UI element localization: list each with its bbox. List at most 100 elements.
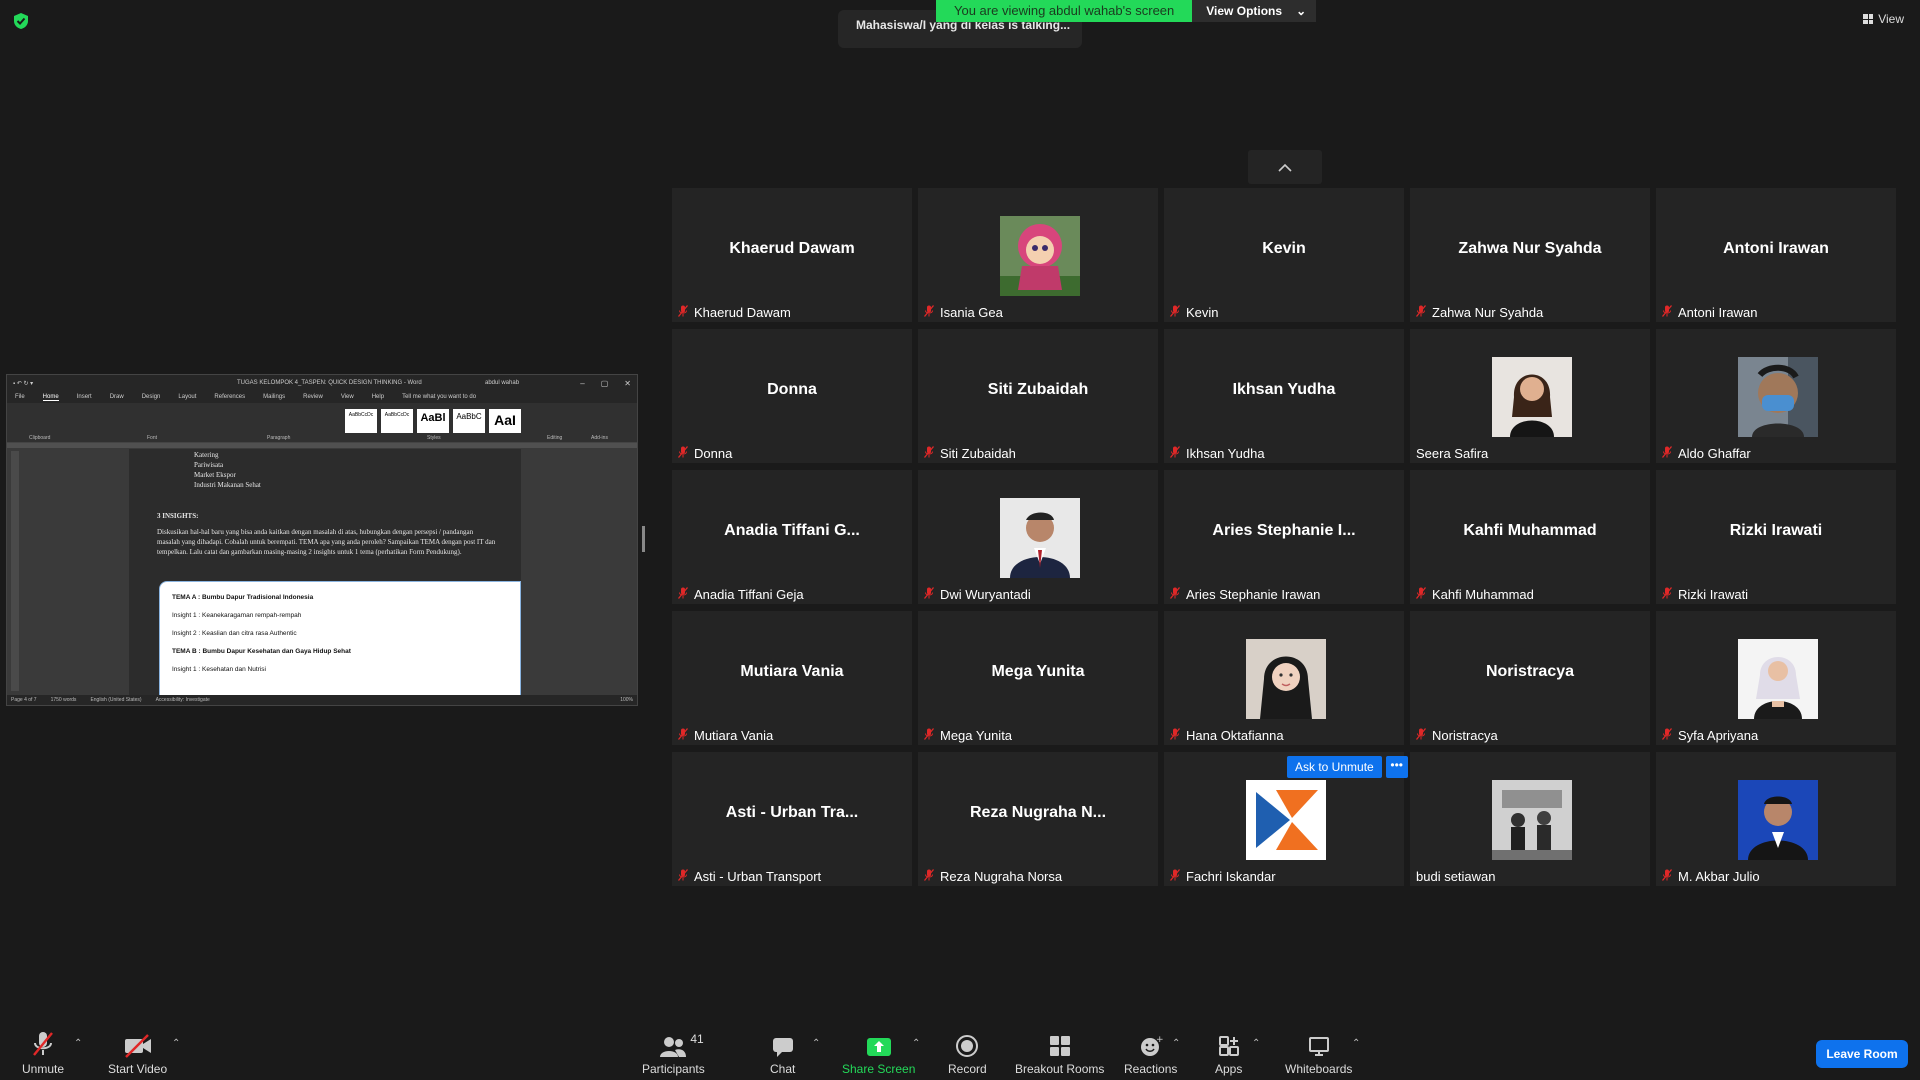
- apps-options-caret-icon[interactable]: ⌃: [1252, 1038, 1260, 1049]
- participant-tile[interactable]: Siti Zubaidah Siti Zubaidah: [918, 329, 1158, 463]
- participant-tile[interactable]: Donna Donna: [672, 329, 912, 463]
- muted-mic-icon: [1662, 869, 1672, 884]
- muted-mic-icon: [678, 305, 688, 320]
- participants-button[interactable]: 41 Participants: [642, 1030, 705, 1076]
- audio-options-caret-icon[interactable]: ⌃: [74, 1038, 82, 1049]
- participant-tile[interactable]: Aldo Ghaffar: [1656, 329, 1896, 463]
- participant-name: Noristracya: [1432, 728, 1498, 743]
- participant-name-label: Seera Safira: [1416, 446, 1488, 461]
- reactions-options-caret-icon[interactable]: ⌃: [1172, 1038, 1180, 1049]
- participant-name: Antoni Irawan: [1678, 305, 1758, 320]
- participant-tile[interactable]: Mutiara Vania Mutiara Vania: [672, 611, 912, 745]
- participant-display-name: Noristracya: [1485, 663, 1575, 680]
- participant-name: Aldo Ghaffar: [1678, 446, 1751, 461]
- leave-room-button[interactable]: Leave Room: [1816, 1040, 1908, 1068]
- breakout-rooms-icon: [1049, 1036, 1070, 1056]
- participant-name: Mega Yunita: [940, 728, 1013, 743]
- participant-tile[interactable]: Syfa Apriyana: [1656, 611, 1896, 745]
- ask-to-unmute-button[interactable]: Ask to Unmute: [1287, 756, 1382, 778]
- participant-tile[interactable]: Seera Safira: [1410, 329, 1650, 463]
- doc-list-item: Market Ekspor: [194, 471, 236, 479]
- view-button[interactable]: View: [1863, 12, 1904, 26]
- whiteboards-options-caret-icon[interactable]: ⌃: [1352, 1038, 1360, 1049]
- word-vertical-ruler: [11, 451, 19, 691]
- record-button[interactable]: Record: [948, 1030, 987, 1076]
- participant-tile[interactable]: Asti - Urban Tra... Asti - Urban Transpor…: [672, 752, 912, 886]
- chat-options-caret-icon[interactable]: ⌃: [812, 1038, 820, 1049]
- participant-tile[interactable]: Reza Nugraha N... Reza Nugraha Norsa: [918, 752, 1158, 886]
- participant-tile[interactable]: Rizki Irawati Rizki Irawati: [1656, 470, 1896, 604]
- muted-mic-icon: [1170, 446, 1180, 461]
- doc-box-line: TEMA A : Bumbu Dapur Tradisional Indones…: [172, 594, 314, 601]
- word-style-swatch: AaBbCcDc: [381, 409, 413, 433]
- muted-mic-icon: [924, 869, 934, 884]
- word-style-swatch: AaBbCcDc: [345, 409, 377, 433]
- participant-tile[interactable]: Kevin Kevin: [1164, 188, 1404, 322]
- participant-name-label: Reza Nugraha Norsa: [924, 869, 1062, 884]
- participant-video-thumbnail: [1246, 780, 1326, 860]
- status-language: English (United States): [90, 697, 142, 703]
- reactions-button[interactable]: + Reactions: [1124, 1030, 1177, 1076]
- chat-icon: [772, 1038, 793, 1057]
- participant-tile[interactable]: Noristracya Noristracya: [1410, 611, 1650, 745]
- security-shield-icon[interactable]: [12, 12, 30, 30]
- participant-display-name: Anadia Tiffani G...: [724, 522, 860, 539]
- participant-tile[interactable]: Kahfi Muhammad Kahfi Muhammad: [1410, 470, 1650, 604]
- participant-tile[interactable]: Ikhsan Yudha Ikhsan Yudha: [1164, 329, 1404, 463]
- unmute-button[interactable]: Unmute: [22, 1030, 64, 1076]
- ribbon-group-label: Clipboard: [29, 435, 51, 441]
- apps-icon: [1218, 1036, 1239, 1056]
- unmute-label: Unmute: [22, 1062, 65, 1076]
- participant-tile[interactable]: Antoni Irawan Antoni Irawan: [1656, 188, 1896, 322]
- participants-label: Participants: [642, 1062, 705, 1076]
- muted-mic-icon: [678, 869, 688, 884]
- participant-tile[interactable]: M. Akbar Julio: [1656, 752, 1896, 886]
- breakout-rooms-label: Breakout Rooms: [1015, 1062, 1105, 1076]
- shared-screen[interactable]: ▪ ↶ ↻ ▾ TUGAS KELOMPOK 4_TASPEN: QUICK D…: [6, 374, 638, 706]
- muted-mic-icon: [1170, 728, 1180, 743]
- split-resize-handle[interactable]: [642, 526, 645, 552]
- participant-tile[interactable]: budi setiawan: [1410, 752, 1650, 886]
- whiteboards-button[interactable]: Whiteboards: [1285, 1030, 1352, 1076]
- whiteboard-icon: [1308, 1037, 1329, 1056]
- participant-tile[interactable]: Mega Yunita Mega Yunita: [918, 611, 1158, 745]
- status-words: 1750 words: [50, 697, 77, 703]
- participant-name: Fachri Iskandar: [1186, 869, 1276, 884]
- participant-display-name: Asti - Urban Tra...: [725, 804, 859, 821]
- viewing-screen-label: You are viewing abdul wahab's screen: [936, 0, 1193, 22]
- participant-name-label: Aries Stephanie Irawan: [1170, 587, 1320, 602]
- share-screen-button[interactable]: Share Screen: [842, 1030, 915, 1076]
- doc-box-line: Insight 2 : Keaslian dan citra rasa Auth…: [172, 630, 297, 637]
- participant-tile[interactable]: Aries Stephanie I... Aries Stephanie Iraw…: [1164, 470, 1404, 604]
- gallery-page-up-button[interactable]: [1248, 150, 1322, 184]
- participant-name-label: Anadia Tiffani Geja: [678, 587, 804, 602]
- participant-tile[interactable]: Zahwa Nur Syahda Zahwa Nur Syahda: [1410, 188, 1650, 322]
- view-options-button[interactable]: View Options ⌄: [1192, 0, 1317, 22]
- participant-display-name: Siti Zubaidah: [987, 381, 1089, 398]
- participant-gallery: Khaerud Dawam Khaerud Dawam Isania Gea Kevi…: [672, 188, 1898, 888]
- participant-name: Isania Gea: [940, 305, 1003, 320]
- video-options-caret-icon[interactable]: ⌃: [172, 1038, 180, 1049]
- participant-name-label: Khaerud Dawam: [678, 305, 791, 320]
- participant-tile[interactable]: Khaerud Dawam Khaerud Dawam: [672, 188, 912, 322]
- apps-button[interactable]: Apps: [1215, 1030, 1242, 1076]
- more-options-button[interactable]: •••: [1385, 756, 1408, 778]
- participant-tile[interactable]: Isania Gea: [918, 188, 1158, 322]
- doc-heading: 3 INSIGHTS:: [157, 512, 199, 520]
- participant-tile[interactable]: Anadia Tiffani G... Anadia Tiffani Geja: [672, 470, 912, 604]
- chat-button[interactable]: Chat: [770, 1030, 795, 1076]
- word-style-swatch: AaI: [489, 409, 521, 433]
- word-page: Katering Pariwisata Market Ekspor Indust…: [129, 449, 521, 697]
- word-tab: Layout: [178, 394, 197, 400]
- participant-display-name: Donna: [767, 381, 817, 398]
- share-options-caret-icon[interactable]: ⌃: [912, 1038, 920, 1049]
- muted-mic-icon: [1170, 869, 1180, 884]
- svg-text:+: +: [1156, 1035, 1163, 1045]
- view-label: View: [1878, 12, 1904, 26]
- word-save-icon: ▪ ↶ ↻ ▾: [13, 380, 34, 387]
- participant-name-label: Fachri Iskandar: [1170, 869, 1276, 884]
- participant-tile[interactable]: Hana Oktafianna: [1164, 611, 1404, 745]
- participant-tile[interactable]: Dwi Wuryantadi: [918, 470, 1158, 604]
- breakout-rooms-button[interactable]: Breakout Rooms: [1015, 1030, 1104, 1076]
- start-video-button[interactable]: Start Video: [108, 1030, 167, 1076]
